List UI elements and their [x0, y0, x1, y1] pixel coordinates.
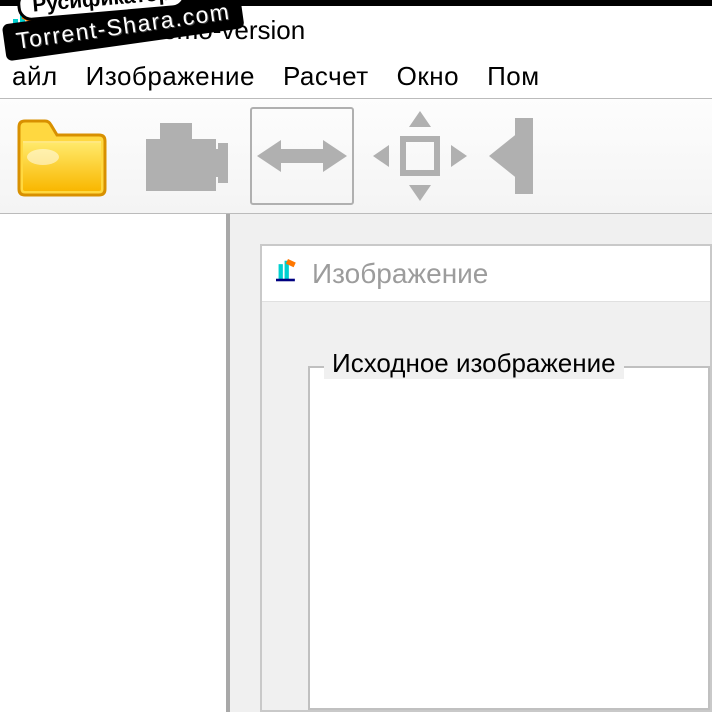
flip-horizontal-icon [257, 136, 347, 176]
menubar: айл Изображение Расчет Окно Пом [0, 54, 712, 98]
flip-button[interactable] [250, 107, 354, 205]
menu-window[interactable]: Окно [397, 61, 459, 92]
child-window-icon [276, 258, 300, 290]
child-window: Изображение Исходное изображение [260, 244, 712, 712]
menu-calc[interactable]: Расчет [283, 61, 369, 92]
nav-button[interactable] [486, 106, 536, 206]
menu-file[interactable]: айл [12, 61, 58, 92]
fit-extents-icon [373, 111, 467, 201]
child-titlebar[interactable]: Изображение [262, 246, 710, 302]
main-panel: Изображение Исходное изображение [230, 214, 712, 712]
nav-icon [489, 112, 533, 200]
content-area: Изображение Исходное изображение [0, 214, 712, 712]
folder-icon [13, 113, 111, 199]
camera-icon [136, 113, 232, 199]
child-window-title: Изображение [312, 258, 488, 290]
child-body: Исходное изображение [262, 302, 710, 710]
sidebar-panel [0, 214, 230, 712]
fit-button[interactable] [364, 106, 476, 206]
menu-image[interactable]: Изображение [86, 61, 255, 92]
toolbar [0, 98, 712, 214]
camera-button[interactable] [128, 106, 240, 206]
menu-help[interactable]: Пом [487, 61, 540, 92]
groupbox-label: Исходное изображение [324, 348, 624, 379]
source-image-groupbox: Исходное изображение [308, 366, 710, 710]
open-button[interactable] [6, 106, 118, 206]
